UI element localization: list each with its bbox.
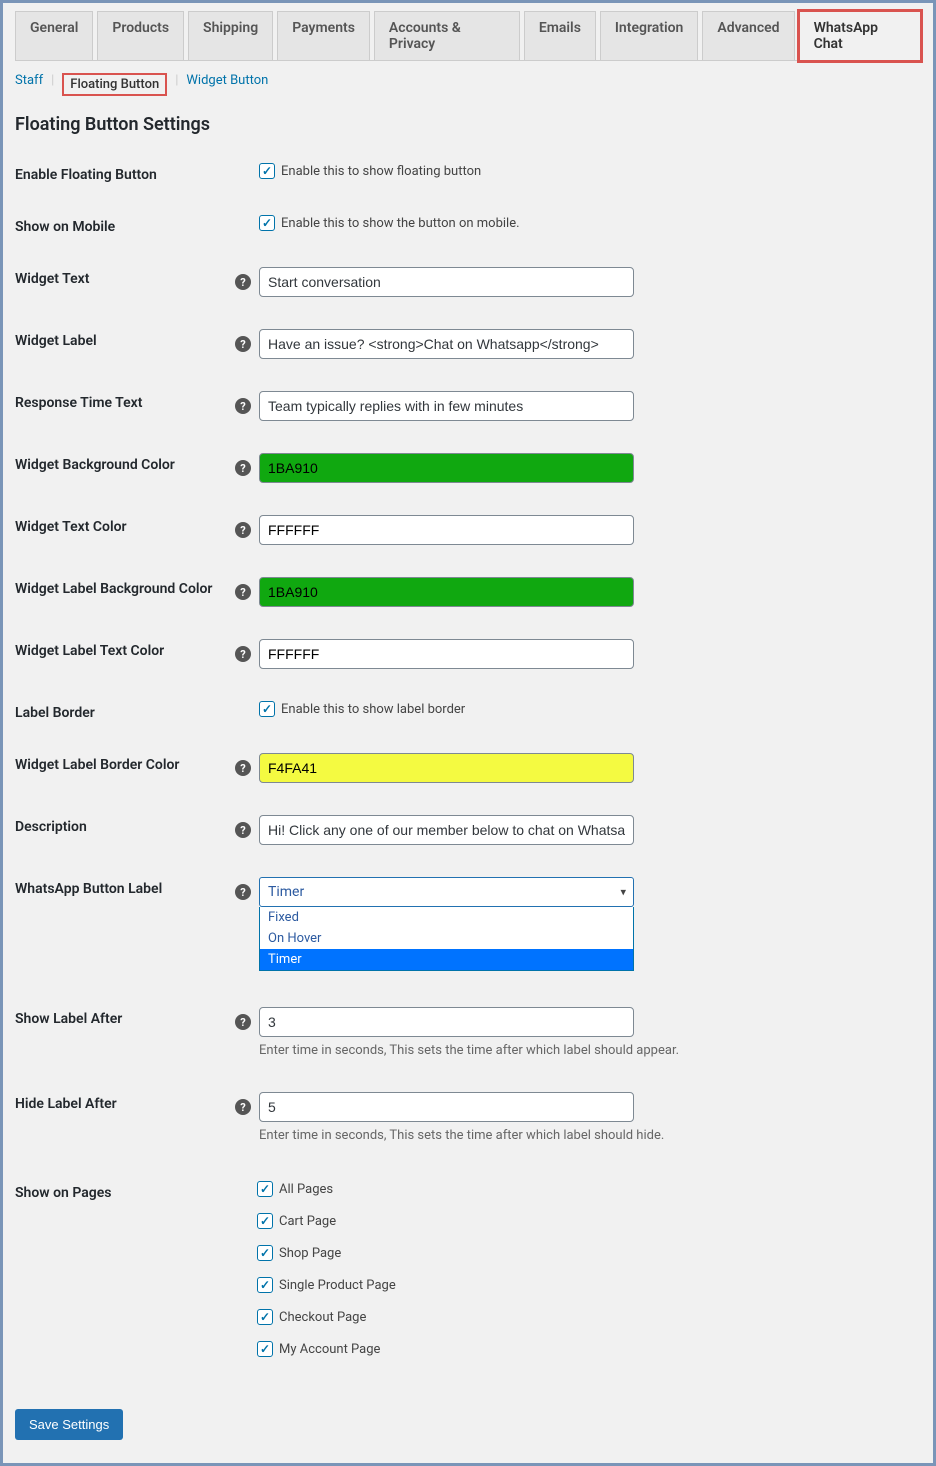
input-hide-after[interactable] <box>259 1092 634 1122</box>
checkbox-my-account-page-label: My Account Page <box>279 1342 380 1357</box>
label-response-time: Response Time Text <box>15 391 235 411</box>
checkbox-label-border-label: Enable this to show label border <box>281 702 465 717</box>
section-title: Floating Button Settings <box>15 114 921 135</box>
dropdown-button-label: Fixed On Hover Timer <box>259 907 634 971</box>
label-label-border: Label Border <box>15 701 235 721</box>
input-show-after[interactable] <box>259 1007 634 1037</box>
checkbox-label-border[interactable] <box>259 701 275 717</box>
input-label-border-color[interactable] <box>259 753 634 783</box>
save-button[interactable]: Save Settings <box>15 1409 123 1440</box>
tab-payments[interactable]: Payments <box>277 11 370 60</box>
label-label-text-color: Widget Label Text Color <box>15 639 235 659</box>
tab-general[interactable]: General <box>15 11 93 60</box>
input-widget-text[interactable] <box>259 267 634 297</box>
sub-tab-widget-button[interactable]: Widget Button <box>186 73 268 96</box>
label-bg-color: Widget Background Color <box>15 453 235 473</box>
checkbox-my-account-page[interactable] <box>257 1341 273 1357</box>
input-label-text-color[interactable] <box>259 639 634 669</box>
help-icon[interactable]: ? <box>235 460 251 476</box>
label-show-pages: Show on Pages <box>15 1181 235 1201</box>
checkbox-checkout-page-label: Checkout Page <box>279 1310 366 1325</box>
input-description[interactable] <box>259 815 634 845</box>
tab-shipping[interactable]: Shipping <box>188 11 273 60</box>
tab-accounts-privacy[interactable]: Accounts & Privacy <box>374 11 520 60</box>
main-tabs: General Products Shipping Payments Accou… <box>15 11 921 61</box>
label-show-after: Show Label After <box>15 1007 235 1027</box>
sub-tab-floating-button[interactable]: Floating Button <box>62 73 167 96</box>
hint-show-after: Enter time in seconds, This sets the tim… <box>259 1043 679 1058</box>
help-icon[interactable]: ? <box>235 336 251 352</box>
input-widget-label[interactable] <box>259 329 634 359</box>
label-button-label: WhatsApp Button Label <box>15 877 235 897</box>
tab-emails[interactable]: Emails <box>524 11 596 60</box>
input-label-bg-color[interactable] <box>259 577 634 607</box>
input-response-time[interactable] <box>259 391 634 421</box>
checkbox-single-product-page-label: Single Product Page <box>279 1278 396 1293</box>
tab-advanced[interactable]: Advanced <box>702 11 794 60</box>
checkbox-all-pages-label: All Pages <box>279 1182 333 1197</box>
checkbox-enable-floating[interactable] <box>259 163 275 179</box>
dropdown-option-fixed[interactable]: Fixed <box>260 907 633 928</box>
checkbox-single-product-page[interactable] <box>257 1277 273 1293</box>
hint-hide-after: Enter time in seconds, This sets the tim… <box>259 1128 664 1143</box>
input-text-color[interactable] <box>259 515 634 545</box>
help-icon[interactable]: ? <box>235 884 251 900</box>
label-description: Description <box>15 815 235 835</box>
select-button-label[interactable]: Timer <box>259 877 634 907</box>
label-label-bg-color: Widget Label Background Color <box>15 577 235 597</box>
checkbox-cart-page-label: Cart Page <box>279 1214 336 1229</box>
tab-integration[interactable]: Integration <box>600 11 698 60</box>
checkbox-enable-floating-label: Enable this to show floating button <box>281 164 481 179</box>
label-widget-label: Widget Label <box>15 329 235 349</box>
label-widget-text: Widget Text <box>15 267 235 287</box>
help-icon[interactable]: ? <box>235 822 251 838</box>
help-icon[interactable]: ? <box>235 1014 251 1030</box>
help-icon[interactable]: ? <box>235 760 251 776</box>
checkbox-all-pages[interactable] <box>257 1181 273 1197</box>
label-text-color: Widget Text Color <box>15 515 235 535</box>
sub-tab-staff[interactable]: Staff <box>15 73 54 96</box>
input-bg-color[interactable] <box>259 453 634 483</box>
help-icon[interactable]: ? <box>235 522 251 538</box>
checkbox-cart-page[interactable] <box>257 1213 273 1229</box>
dropdown-option-timer[interactable]: Timer <box>260 949 633 970</box>
tab-whatsapp-chat[interactable]: WhatsApp Chat <box>799 11 921 61</box>
checkbox-show-mobile-label: Enable this to show the button on mobile… <box>281 216 520 231</box>
sub-tabs: Staff Floating Button | Widget Button <box>15 61 921 104</box>
label-show-mobile: Show on Mobile <box>15 215 235 235</box>
label-hide-after: Hide Label After <box>15 1092 235 1112</box>
dropdown-option-on-hover[interactable]: On Hover <box>260 928 633 949</box>
help-icon[interactable]: ? <box>235 398 251 414</box>
help-icon[interactable]: ? <box>235 584 251 600</box>
checkbox-shop-page[interactable] <box>257 1245 273 1261</box>
help-icon[interactable]: ? <box>235 274 251 290</box>
label-label-border-color: Widget Label Border Color <box>15 753 235 773</box>
checkbox-show-mobile[interactable] <box>259 215 275 231</box>
tab-products[interactable]: Products <box>97 11 184 60</box>
checkbox-checkout-page[interactable] <box>257 1309 273 1325</box>
label-enable-floating: Enable Floating Button <box>15 163 235 183</box>
help-icon[interactable]: ? <box>235 1099 251 1115</box>
help-icon[interactable]: ? <box>235 646 251 662</box>
checkbox-shop-page-label: Shop Page <box>279 1246 341 1261</box>
